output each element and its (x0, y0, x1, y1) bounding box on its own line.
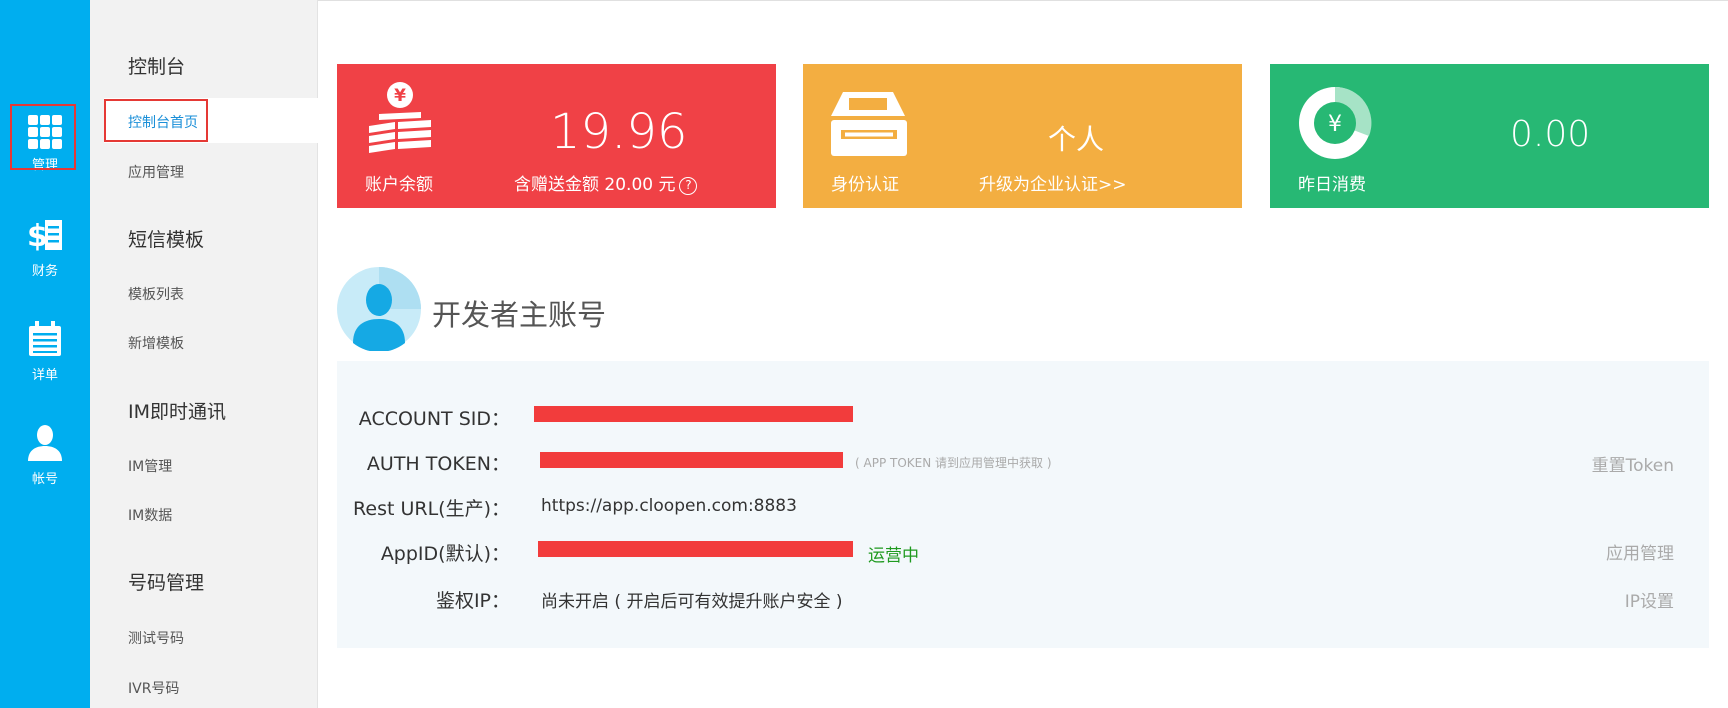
upgrade-link[interactable]: 升级为企业认证>> (979, 170, 1127, 195)
auth-ip-value: 尚未开启 ( 开启后可有效提升账户安全 ) (541, 592, 843, 612)
balance-gift-text: 含赠送金额 20.00 元 (514, 175, 676, 195)
avatar (337, 267, 421, 351)
rail-label: 财务 (31, 264, 58, 279)
balance-label: 账户余额 (365, 175, 433, 195)
help-icon[interactable]: ? (679, 177, 698, 195)
yesterday-card: ¥ 昨日消费 0.00 (1270, 64, 1709, 208)
icon-rail: 管理 $ 财务 详单 帐号 (0, 0, 90, 708)
submenu: 控制台 控制台首页 应用管理 短信模板 模板列表 新增模板 IM即时通讯 IM管… (90, 0, 318, 708)
ip-settings-link[interactable]: IP设置 (1625, 587, 1674, 612)
rest-url-value: https://app.cloopen.com:8883 (541, 496, 797, 516)
finance-icon: $ (27, 219, 62, 254)
balance-gift-line: 含赠送金额 20.00 元? (514, 170, 698, 195)
calendar-icon (29, 321, 61, 356)
user-icon (28, 425, 62, 461)
active-highlight-box (10, 104, 76, 170)
submenu-item-test-number[interactable]: 测试号码 (128, 628, 184, 648)
svg-text:$: $ (27, 219, 48, 254)
rail-item-account[interactable]: 帐号 (0, 420, 90, 516)
account-sid-label: ACCOUNT SID： (358, 408, 510, 430)
appid-status: 运营中 (868, 546, 919, 566)
rest-url-label: Rest URL(生产)： (353, 498, 510, 520)
token-note: ( APP TOKEN 请到应用管理中获取 ) (855, 456, 1052, 470)
svg-text:¥: ¥ (394, 86, 406, 106)
svg-text:¥: ¥ (1328, 112, 1342, 137)
appid-label: AppID(默认)： (380, 543, 510, 565)
section-title-number-manage: 号码管理 (128, 572, 205, 594)
id-card-icon (831, 92, 907, 156)
submenu-item-im-manage[interactable]: IM管理 (128, 456, 172, 476)
rail-item-detail[interactable]: 详单 (0, 315, 90, 411)
identity-card: 身份认证 个人 升级为企业认证>> (803, 64, 1242, 208)
balance-card: ¥ 账户余额 19.96 含赠送金额 20.00 元? (337, 64, 776, 208)
balance-value: 19.96 (550, 104, 688, 160)
redaction-bar (538, 541, 853, 557)
coin-pie-icon: ¥ (1299, 86, 1372, 159)
money-icon: ¥ (369, 82, 431, 153)
rail-label: 详单 (31, 368, 58, 383)
redaction-bar (540, 452, 843, 468)
yesterday-label: 昨日消费 (1298, 175, 1366, 195)
reset-token-link[interactable]: 重置Token (1592, 451, 1674, 476)
submenu-item-app-manage[interactable]: 应用管理 (128, 162, 184, 182)
submenu-item-template-list[interactable]: 模板列表 (128, 284, 184, 304)
section-title-console: 控制台 (128, 56, 186, 78)
yesterday-value: 0.00 (1510, 114, 1591, 155)
identity-value: 个人 (1048, 123, 1105, 156)
submenu-item-im-data[interactable]: IM数据 (128, 505, 172, 525)
redaction-bar (534, 406, 853, 422)
identity-label: 身份认证 (831, 175, 899, 195)
section-title-sms-template: 短信模板 (128, 229, 205, 251)
rail-item-finance[interactable]: $ 财务 (0, 210, 90, 306)
app: 管理 $ 财务 详单 帐号 控制台 控制台首页 应用管理 短信模板 模板列表 新… (0, 0, 1728, 708)
submenu-item-console-home[interactable]: 控制台首页 (128, 112, 198, 132)
section-title-im: IM即时通讯 (128, 401, 226, 423)
account-title: 开发者主账号 (432, 298, 607, 332)
top-divider (318, 0, 1728, 1)
app-manage-link[interactable]: 应用管理 (1606, 539, 1674, 564)
submenu-item-ivr-number[interactable]: IVR号码 (128, 678, 179, 698)
submenu-item-add-template[interactable]: 新增模板 (128, 333, 184, 353)
auth-token-label: AUTH TOKEN： (366, 453, 510, 475)
auth-ip-label: 鉴权IP： (435, 590, 510, 612)
rail-label: 帐号 (31, 472, 58, 487)
